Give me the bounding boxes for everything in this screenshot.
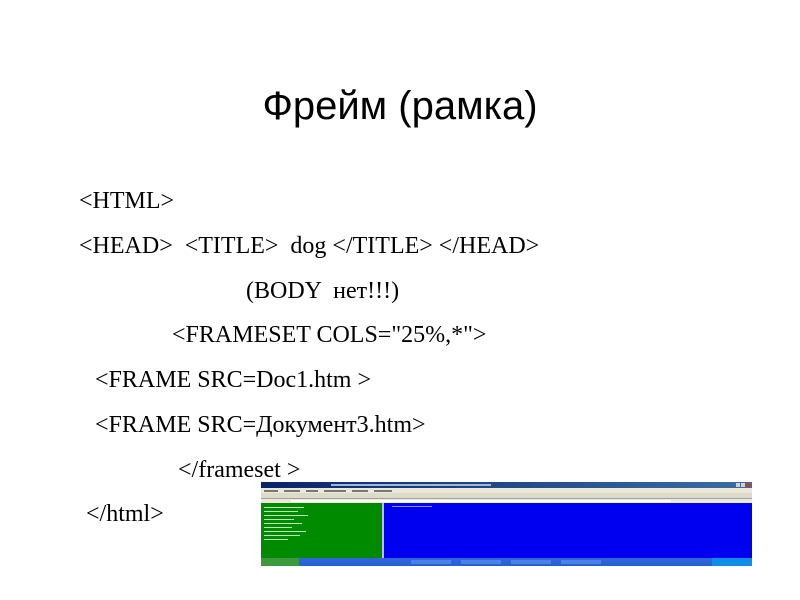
code-line-html-close: </html> [86, 501, 164, 527]
code-line-frame-doc3: <FRAME SRC=Документ3.htm> [95, 412, 426, 438]
system-tray [712, 558, 752, 566]
code-line-frameset-close: </frameset > [178, 457, 301, 483]
thumbnail-taskbar [261, 558, 752, 566]
code-line-frame-doc1: <FRAME SRC=Doc1.htm > [95, 367, 371, 393]
code-line-frameset-open: <FRAMESET COLS="25%,*"> [172, 322, 487, 348]
slide-title: Фрейм (рамка) [262, 84, 538, 128]
code-line-head: <HEAD> <TITLE> dog </TITLE> </HEAD> [79, 233, 540, 259]
right-frame [384, 503, 752, 558]
left-frame [261, 503, 384, 558]
maximize-icon [741, 483, 745, 487]
close-icon [746, 483, 750, 487]
slide: Фрейм (рамка) <HTML> <HEAD> <TITLE> dog … [0, 0, 800, 600]
code-line-body-note: (BODY нет!!!) [246, 278, 400, 304]
browser-screenshot-thumbnail [261, 482, 752, 566]
start-button-icon [261, 558, 299, 566]
minimize-icon [736, 483, 740, 487]
code-line-html-open: <HTML> [79, 188, 175, 214]
